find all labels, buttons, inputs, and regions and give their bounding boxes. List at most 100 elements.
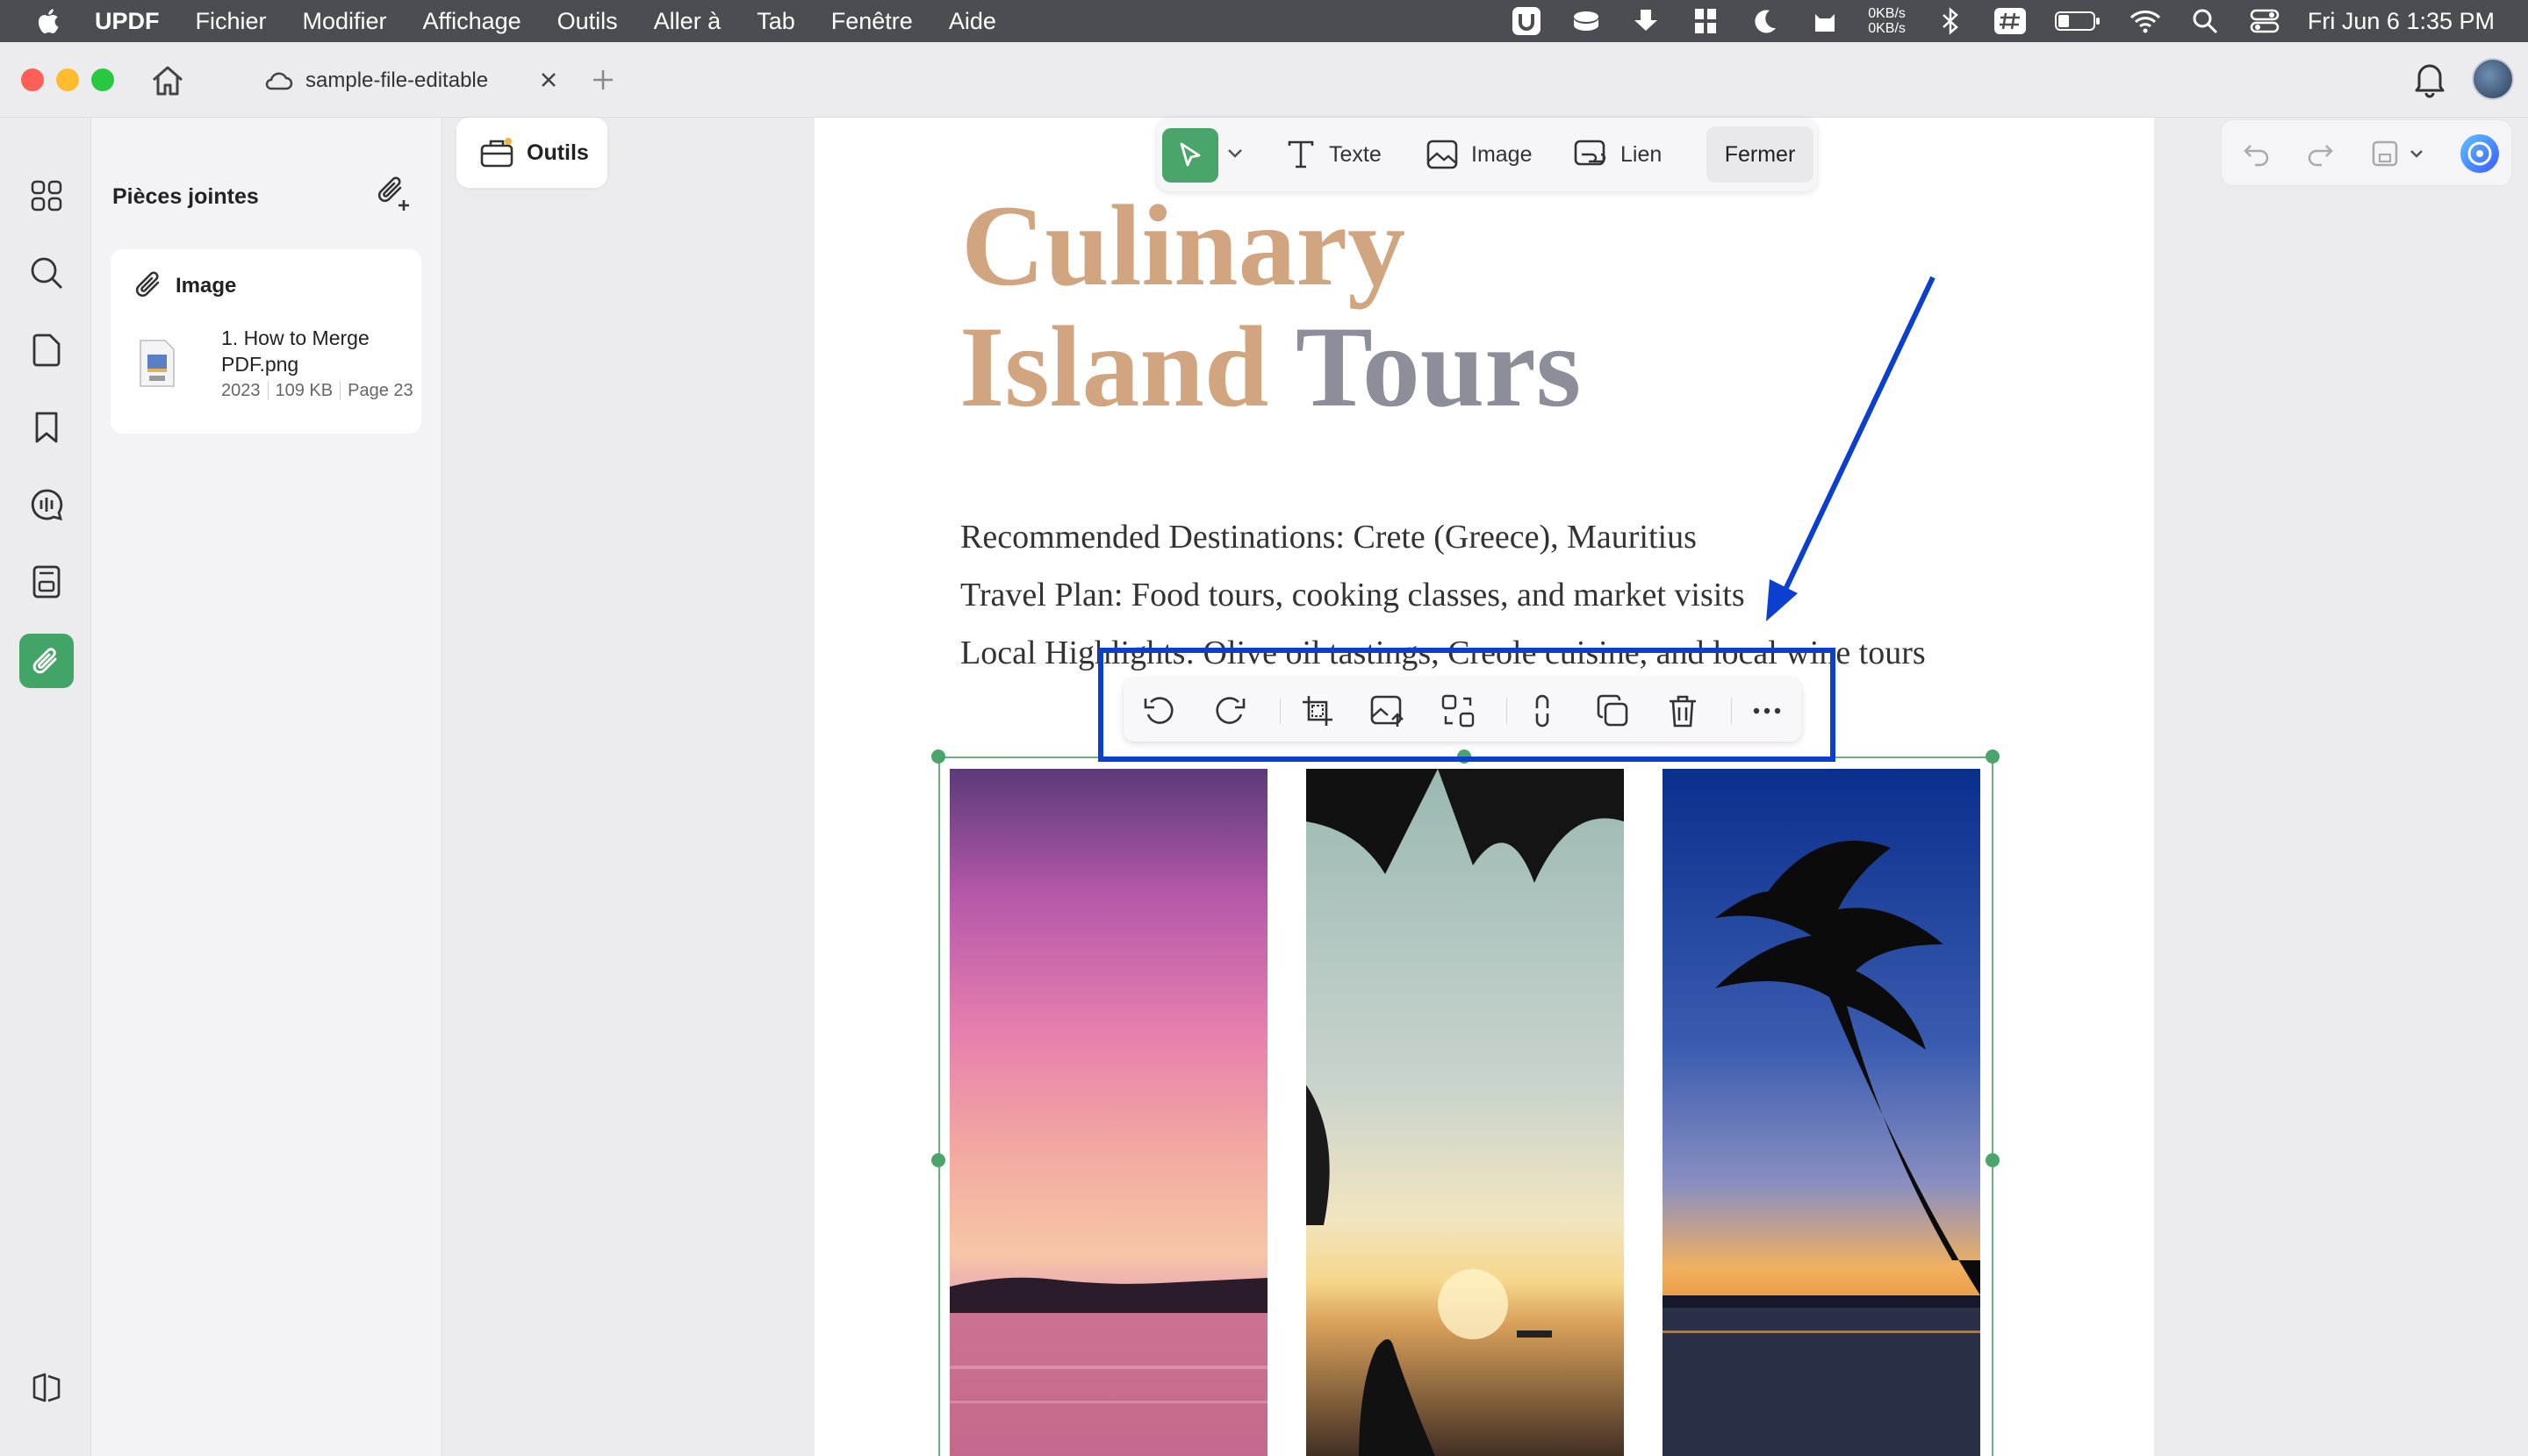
sidebar-toggle-icon [32,1373,61,1402]
title-word-tours: Tours [1295,302,1582,431]
minimize-window-button[interactable] [56,68,79,91]
close-tab-icon[interactable] [537,68,560,91]
attachments-panel: Pièces jointes Image 1. How to Merge PDF… [91,118,442,1456]
network-speed: 0KB/s 0KB/s [1868,6,1906,36]
tab-title: sample-file-editable [305,68,489,92]
bluetooth-icon[interactable] [1934,4,1967,38]
resize-handle-top-left[interactable] [931,750,945,764]
menubar-clock[interactable]: Fri Jun 6 1:35 PM [2308,8,2495,35]
menu-bar: UPDF Fichier Modifier Affichage Outils A… [0,0,2528,42]
document-title-line1[interactable]: Culinary [961,184,1405,307]
attachments-rail-button[interactable] [19,634,74,688]
png-file-icon [140,340,175,387]
attachment-card[interactable]: Image 1. How to Merge PDF.png 2023 109 KB… [111,249,421,434]
paperclip-icon [32,648,57,674]
grid-icon [31,180,62,212]
search-rail-button[interactable] [26,253,67,293]
attachment-meta: 2023 109 KB Page 23 [221,381,420,401]
undo-button[interactable] [2239,136,2274,171]
save-button[interactable] [2367,136,2402,171]
menu-aide[interactable]: Aide [949,8,996,35]
bookmark-icon [35,412,58,443]
redo-icon [2308,145,2333,167]
attachment-file-name: 1. How to Merge PDF.png [221,326,370,376]
drive-icon[interactable] [1569,4,1603,38]
ai-assistant-button[interactable] [2457,131,2503,176]
menu-modifier[interactable]: Modifier [303,8,387,35]
attachment-size: 109 KB [267,381,341,400]
apple-icon[interactable] [33,5,65,37]
search-icon [31,257,62,289]
resize-handle-middle-right[interactable] [1986,1153,2000,1167]
redo-button[interactable] [2302,136,2338,171]
image-selection-frame[interactable] [938,757,1993,1456]
menu-outils[interactable]: Outils [557,8,618,35]
moon-icon[interactable] [1749,4,1782,38]
net-up: 0KB/s [1868,6,1906,21]
tools-button-label: Outils [527,140,589,165]
cat-icon[interactable] [1808,4,1842,38]
menu-fichier[interactable]: Fichier [196,8,267,35]
attachment-page: Page 23 [340,381,420,400]
add-image-label: Image [1471,141,1533,167]
image-icon [1426,140,1458,169]
resize-handle-top-right[interactable] [1986,750,2000,764]
attachment-type-label: Image [176,274,237,298]
left-rail [0,118,91,1456]
close-edit-button[interactable]: Fermer [1706,126,1813,183]
battery-icon[interactable] [2053,4,2102,38]
add-attachment-icon[interactable] [374,174,413,212]
zoom-window-button[interactable] [91,68,114,91]
document-tab[interactable]: sample-file-editable [263,53,571,109]
menu-app-name[interactable]: UPDF [95,8,160,35]
link-box-icon [1574,140,1606,166]
menu-affichage[interactable]: Affichage [423,8,521,35]
close-window-button[interactable] [21,68,44,91]
chevron-down-icon[interactable] [1225,144,1245,163]
ai-assistant-icon [2460,134,2499,173]
title-bar: sample-file-editable [0,42,2528,118]
download-tray-icon[interactable] [1629,4,1663,38]
save-options-button[interactable] [2406,136,2427,171]
attachment-year: 2023 [221,381,261,400]
resize-handle-middle-left[interactable] [931,1153,945,1167]
text-icon [1288,140,1314,169]
menu-aller-a[interactable]: Aller à [654,8,722,35]
menu-fenetre[interactable]: Fenêtre [831,8,913,35]
menu-tab[interactable]: Tab [757,8,795,35]
body-line-destinations[interactable]: Recommended Destinations: Crete (Greece)… [960,518,1697,556]
control-center-icon[interactable] [2248,4,2281,38]
notification-bell-icon[interactable] [2412,60,2447,98]
wifi-icon[interactable] [2129,4,2162,38]
chevron-down-icon [2410,150,2423,158]
document-title-line2[interactable]: Island Tours [959,305,1581,428]
panel-toggle-rail-button[interactable] [26,1367,67,1408]
hashtag-icon[interactable] [1993,4,2027,38]
cursor-icon [1180,142,1201,167]
forms-rail-button[interactable] [26,562,67,602]
bookmarks-rail-button[interactable] [26,407,67,448]
panel-title: Pièces jointes [112,184,259,209]
updf-status-icon[interactable] [1510,4,1543,38]
save-icon [2372,140,2398,167]
pages-rail-button[interactable] [26,330,67,370]
title-word-island: Island [959,302,1269,431]
user-avatar[interactable] [2472,58,2514,100]
home-icon[interactable] [149,63,186,98]
tools-button[interactable]: Outils [456,118,607,188]
add-image-button[interactable]: Image [1426,118,1532,191]
thumbnails-rail-button[interactable] [26,176,67,216]
new-tab-icon[interactable] [590,67,616,93]
add-link-button[interactable]: Lien [1573,118,1662,191]
paperclip-icon [135,271,160,298]
annotation-highlight-box [1098,648,1835,762]
page-icon [32,334,61,367]
comments-rail-button[interactable] [26,484,67,525]
body-line-travel-plan[interactable]: Travel Plan: Food tours, cooking classes… [960,576,1745,614]
form-icon [32,565,61,599]
net-down: 0KB/s [1868,21,1906,36]
puzzle-icon[interactable] [1689,4,1722,38]
cloud-icon [265,72,293,90]
spotlight-search-icon[interactable] [2188,4,2222,38]
select-tool-button[interactable] [1162,128,1218,183]
